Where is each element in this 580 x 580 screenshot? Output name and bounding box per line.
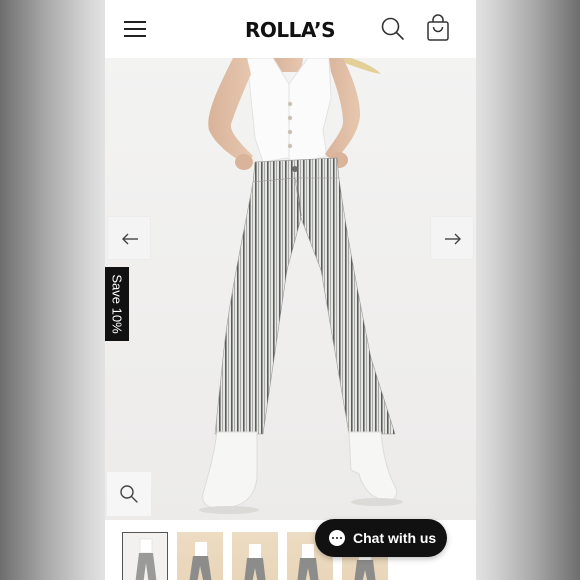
chat-with-us-button[interactable]: Chat with us xyxy=(315,519,447,557)
chat-button-label: Chat with us xyxy=(353,530,437,546)
zoom-icon[interactable] xyxy=(107,472,151,516)
search-icon[interactable] xyxy=(380,16,406,42)
brand-logo[interactable]: ROLLA’S xyxy=(225,18,355,42)
product-photo xyxy=(199,58,403,514)
save-10-percent-tab[interactable]: Save 10% xyxy=(105,267,129,341)
shopping-bag-icon[interactable] xyxy=(425,14,451,42)
hamburger-menu-icon[interactable] xyxy=(122,17,148,41)
site-header: ROLLA’S xyxy=(105,0,476,58)
thumbnail-1[interactable] xyxy=(122,532,168,580)
arrow-left-icon[interactable] xyxy=(107,216,151,260)
mobile-page: ROLLA’S xyxy=(105,0,476,580)
thumbnail-2[interactable] xyxy=(177,532,223,580)
arrow-right-icon[interactable] xyxy=(430,216,474,260)
product-image-gallery[interactable] xyxy=(105,58,476,520)
save-tab-label: Save 10% xyxy=(109,274,125,334)
thumbnail-3[interactable] xyxy=(232,532,278,580)
chat-bubble-icon xyxy=(329,530,345,546)
